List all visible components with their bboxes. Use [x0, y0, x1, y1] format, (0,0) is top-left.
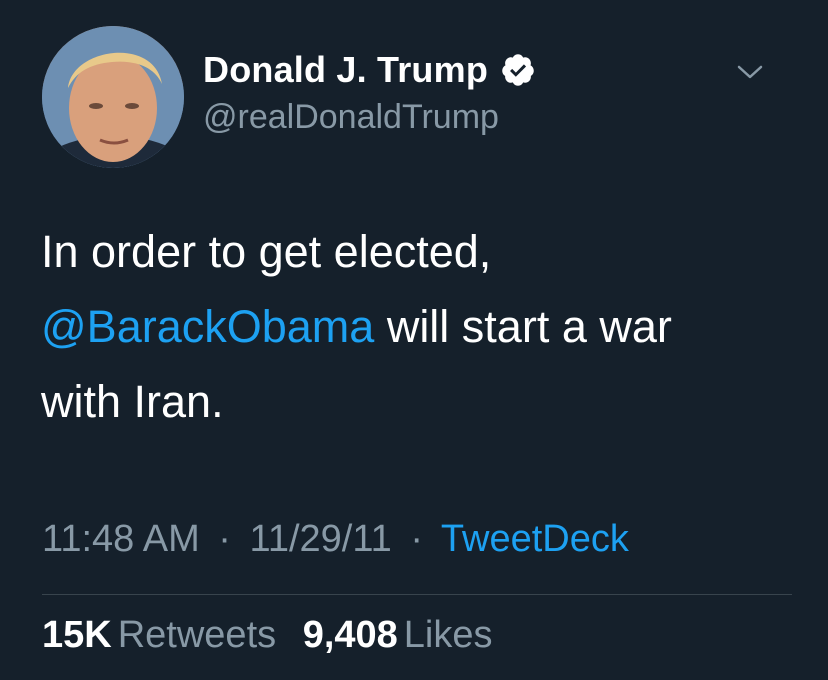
- tweet-line-1: In order to get elected,: [41, 226, 492, 277]
- tweet-line-2-text: will start a war: [374, 301, 672, 352]
- retweets-count: 15K: [42, 614, 112, 656]
- tweet-time[interactable]: 11:48 AM: [42, 518, 200, 560]
- tweet-date[interactable]: 11/29/11: [250, 518, 392, 560]
- avatar[interactable]: [42, 26, 184, 168]
- retweets-stat[interactable]: 15K Retweets: [42, 614, 276, 657]
- tweet-stats: 15K Retweets 9,408 Likes: [42, 614, 509, 657]
- meta-separator: ·: [410, 518, 424, 560]
- tweet-line-3: with Iran.: [41, 376, 224, 427]
- avatar-portrait: [42, 26, 184, 168]
- likes-stat[interactable]: 9,408 Likes: [303, 614, 493, 657]
- likes-count: 9,408: [302, 614, 398, 656]
- mention-link[interactable]: @BarackObama: [41, 301, 374, 352]
- display-name[interactable]: Donald J. Trump: [203, 49, 488, 91]
- name-row: Donald J. Trump: [203, 46, 536, 94]
- chevron-down-icon[interactable]: [736, 62, 764, 82]
- user-handle[interactable]: @realDonaldTrump: [203, 98, 536, 137]
- divider: [42, 594, 792, 595]
- tweet-line-2: @BarackObama will start a war: [41, 289, 801, 364]
- likes-label: Likes: [403, 614, 493, 656]
- tweet-meta: 11:48 AM · 11/29/11 · TweetDeck: [42, 518, 629, 561]
- meta-separator: ·: [218, 518, 231, 560]
- retweets-label: Retweets: [117, 614, 277, 656]
- tweet-header: Donald J. Trump @realDonaldTrump: [203, 46, 536, 137]
- verified-badge-icon: [500, 52, 536, 88]
- tweet-body: In order to get elected, @BarackObama wi…: [41, 214, 801, 439]
- tweet-source-link[interactable]: TweetDeck: [441, 518, 629, 560]
- tweet-card: Donald J. Trump @realDonaldTrump In orde…: [0, 0, 828, 680]
